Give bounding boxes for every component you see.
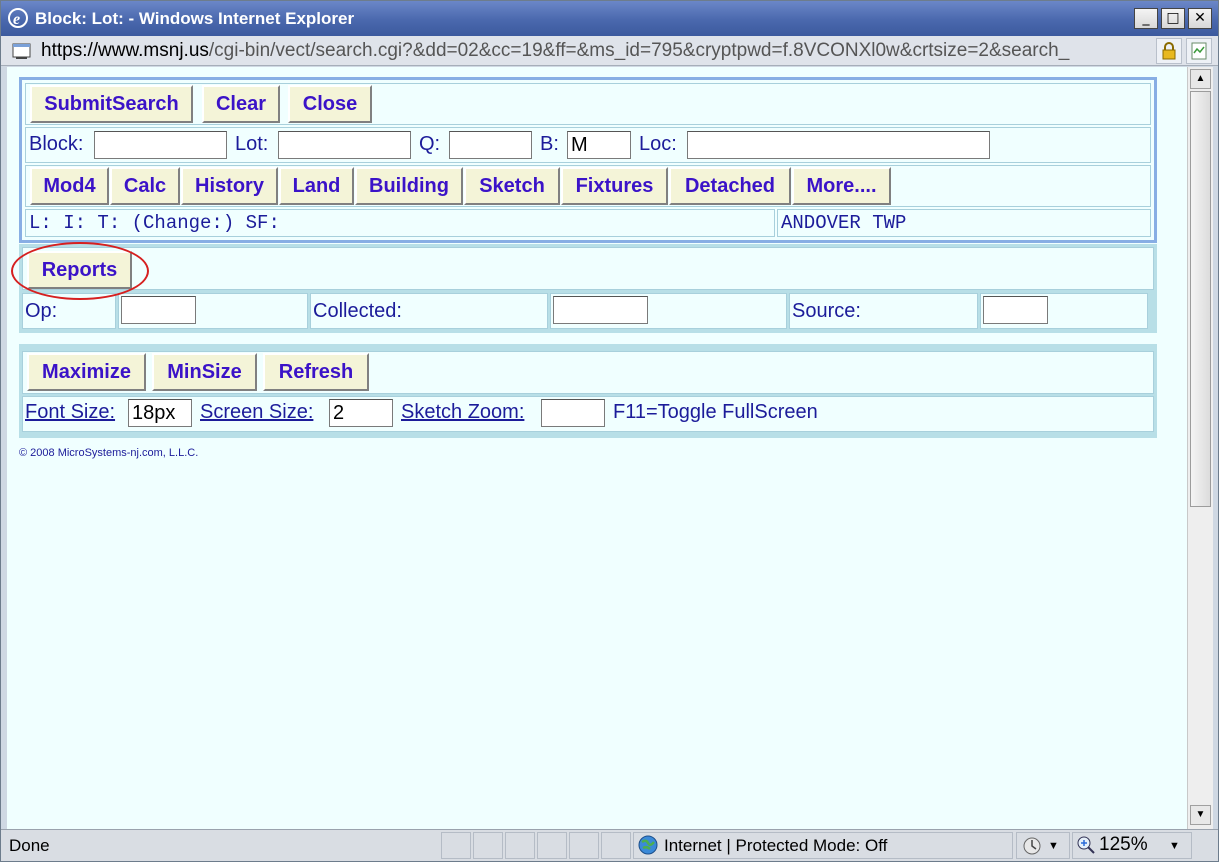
search-fields-row: Block: Lot: Q: B: M Loc: (25, 127, 1151, 163)
collected-input-cell (550, 293, 787, 329)
vertical-scrollbar[interactable]: ▲ ▼ (1187, 67, 1213, 829)
module-row: Mod4 Calc History Land Building Sketch F… (25, 165, 1151, 207)
settings-frame: Maximize MinSize Refresh Font Size: 18px… (19, 344, 1157, 438)
zoom-level: 125% (1099, 834, 1148, 855)
browser-window: e Block: Lot: - Windows Internet Explore… (0, 0, 1219, 862)
b-label: B: (540, 133, 559, 155)
ie-logo-icon: e (8, 8, 28, 28)
copyright-text: © 2008 MicroSystems-nj.com, L.L.C. (19, 447, 199, 459)
q-input[interactable] (449, 131, 532, 159)
reports-row: Reports (22, 247, 1154, 290)
block-label: Block: (29, 133, 84, 155)
search-frame: SubmitSearch Clear Close Block: Lot: Q: … (19, 77, 1157, 243)
land-button[interactable]: Land (279, 167, 354, 205)
lit-info-box: L: I: T: (Change:) SF: (25, 209, 775, 237)
mod4-button[interactable]: Mod4 (30, 167, 109, 205)
collected-input[interactable] (553, 296, 648, 324)
scroll-up-icon[interactable]: ▲ (1190, 69, 1211, 89)
minsize-button[interactable]: MinSize (152, 353, 257, 391)
compatibility-icon[interactable] (1186, 38, 1212, 64)
close-button[interactable]: Close (288, 85, 372, 123)
status-cell (473, 832, 503, 859)
op-label: Op: (25, 300, 58, 322)
window-size-row: Maximize MinSize Refresh (22, 351, 1154, 394)
loc-input[interactable] (687, 131, 990, 159)
loc-label: Loc: (639, 133, 677, 155)
source-label: Source: (792, 300, 861, 322)
lit-text: L: I: T: (Change:) SF: (29, 212, 280, 234)
status-text: Done (9, 836, 50, 855)
clear-button[interactable]: Clear (202, 85, 280, 123)
title-bar: e Block: Lot: - Windows Internet Explore… (1, 1, 1218, 36)
close-window-button[interactable]: ✕ (1188, 8, 1212, 29)
font-size-link[interactable]: Font Size: (25, 401, 115, 424)
history-button[interactable]: History (181, 167, 278, 205)
block-input[interactable] (94, 131, 227, 159)
status-cell (569, 832, 599, 859)
screen-size-link[interactable]: Screen Size: (200, 401, 313, 424)
svg-text:e: e (13, 11, 20, 28)
reports-frame: Reports Op: Collected: Source: (19, 244, 1157, 333)
op-input-cell (118, 293, 308, 329)
lot-input[interactable] (278, 131, 411, 159)
scroll-thumb[interactable] (1190, 91, 1211, 507)
fixtures-button[interactable]: Fixtures (561, 167, 668, 205)
lot-label: Lot: (235, 133, 269, 155)
zoom-dropdown-icon[interactable]: ▼ (1169, 840, 1180, 852)
dropdown-arrow-icon[interactable]: ▼ (1048, 840, 1059, 852)
building-button[interactable]: Building (355, 167, 463, 205)
fullscreen-hint: F11=Toggle FullScreen (613, 401, 818, 423)
maximize-button[interactable]: □ (1161, 8, 1185, 29)
address-bar: https://www.msnj.us/cgi-bin/vect/search.… (1, 36, 1218, 66)
window-title: Block: Lot: - Windows Internet Explorer (35, 9, 355, 28)
source-label-cell: Source: (789, 293, 978, 329)
status-cell (537, 832, 567, 859)
display-settings-row: Font Size: 18px Screen Size: 2 Sketch Zo… (22, 396, 1154, 432)
page-icon (12, 43, 31, 59)
globe-icon (638, 835, 658, 855)
zoom-icon (1077, 836, 1095, 854)
sketch-zoom-link[interactable]: Sketch Zoom: (401, 401, 524, 424)
refresh-button[interactable]: Refresh (263, 353, 369, 391)
detached-button[interactable]: Detached (669, 167, 791, 205)
zone-text: Internet | Protected Mode: Off (664, 836, 888, 855)
screen-size-input[interactable]: 2 (329, 399, 393, 427)
status-bar: Done Internet | Protected Mode: Off ▼ 12… (1, 829, 1218, 861)
calc-button[interactable]: Calc (110, 167, 180, 205)
submit-search-button[interactable]: SubmitSearch (30, 85, 193, 123)
lock-icon[interactable] (1156, 38, 1182, 64)
sketch-zoom-input[interactable] (541, 399, 605, 427)
q-label: Q: (419, 133, 441, 155)
collected-label-cell: Collected: (310, 293, 548, 329)
minimize-button[interactable]: _ (1134, 8, 1158, 29)
font-size-input[interactable]: 18px (128, 399, 192, 427)
page-content: SubmitSearch Clear Close Block: Lot: Q: … (7, 67, 1187, 829)
url-field[interactable]: https://www.msnj.us/cgi-bin/vect/search.… (41, 40, 1151, 62)
maximize-page-button[interactable]: Maximize (27, 353, 146, 391)
action-row: SubmitSearch Clear Close (25, 83, 1151, 125)
collected-label: Collected: (313, 300, 402, 322)
b-input[interactable]: M (567, 131, 631, 159)
more-button[interactable]: More.... (792, 167, 891, 205)
sketch-button[interactable]: Sketch (464, 167, 560, 205)
source-input[interactable] (983, 296, 1048, 324)
status-cell (505, 832, 535, 859)
security-settings-icon (1023, 837, 1041, 855)
op-input[interactable] (121, 296, 196, 324)
source-input-cell (980, 293, 1148, 329)
status-cell (601, 832, 631, 859)
town-info-box: ANDOVER TWP (777, 209, 1151, 237)
scroll-down-icon[interactable]: ▼ (1190, 805, 1211, 825)
highlight-circle (11, 242, 149, 300)
town-text: ANDOVER TWP (781, 212, 907, 234)
status-cell (441, 832, 471, 859)
